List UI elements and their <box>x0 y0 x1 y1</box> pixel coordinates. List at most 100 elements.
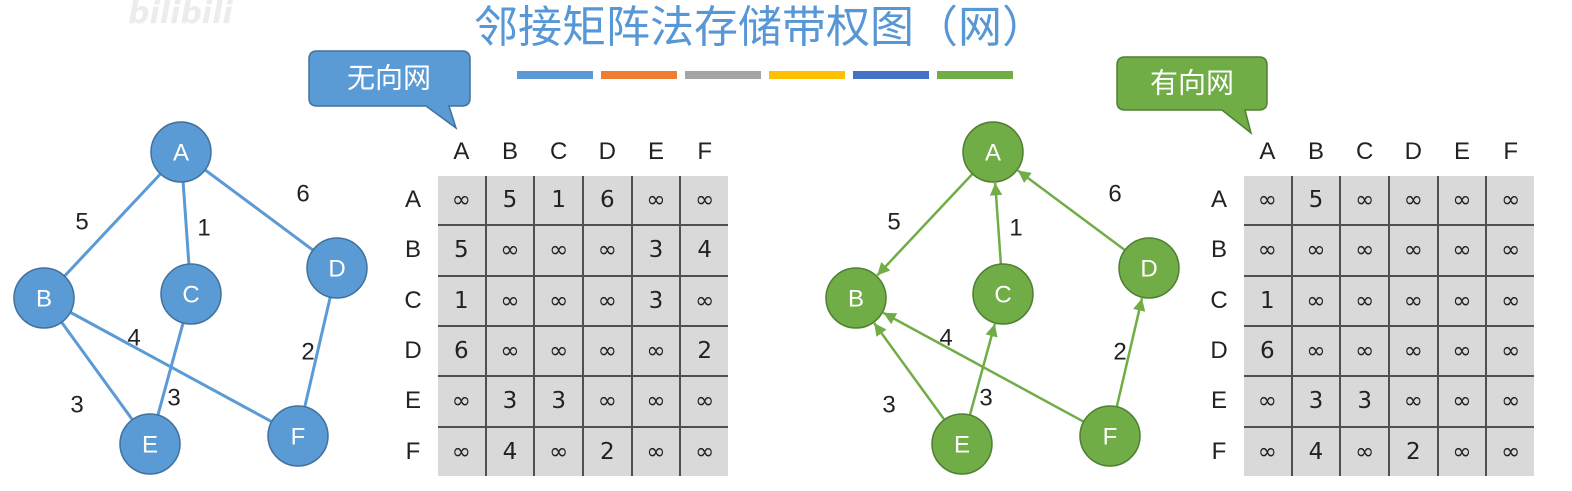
matrix-cell: ∞ <box>486 226 534 275</box>
matrix-cell: 2 <box>681 326 728 376</box>
row-header: A <box>404 186 421 214</box>
row-header: A <box>1210 186 1227 214</box>
matrix-cell: ∞ <box>1244 427 1291 476</box>
edge-weight-label: 4 <box>127 325 140 352</box>
undirected-node-B: B <box>13 267 75 329</box>
matrix-cell: ∞ <box>1438 326 1486 376</box>
directed-node-F: F <box>1079 405 1141 467</box>
callout-label: 有向网 <box>1150 67 1234 100</box>
matrix-cell: ∞ <box>486 326 534 376</box>
directed-edge-C-to-A <box>989 182 1003 265</box>
matrix-column-headers: A B C D E F <box>1244 136 1534 168</box>
column-header: B <box>501 138 518 165</box>
color-bar-strip <box>517 71 1013 79</box>
edge-weight-label: 5 <box>887 209 900 236</box>
color-bar <box>769 71 845 79</box>
matrix-cell: ∞ <box>584 377 631 426</box>
matrix-cell: ∞ <box>1390 276 1437 325</box>
column-header: F <box>1503 138 1518 165</box>
matrix-cell: 4 <box>681 226 728 275</box>
undirected-node-F: F <box>267 405 329 467</box>
row-header: B <box>1210 236 1227 264</box>
matrix-cell: ∞ <box>584 326 631 376</box>
matrix-cell: 2 <box>1390 427 1437 476</box>
matrix-cell: 2 <box>584 427 631 476</box>
node-label: C <box>994 282 1011 309</box>
matrix-cell: ∞ <box>584 276 631 325</box>
matrix-cell: 3 <box>535 377 582 426</box>
edge-weight-label: 2 <box>1113 339 1126 366</box>
matrix-cell: 3 <box>632 226 680 275</box>
edge-weight-label: 1 <box>197 215 210 242</box>
row-header: D <box>404 337 422 365</box>
matrix-cell: ∞ <box>1244 377 1291 426</box>
directed-node-B: B <box>825 267 887 329</box>
edge-weight-label: 1 <box>1009 215 1022 242</box>
undirected-node-E: E <box>119 413 181 475</box>
matrix-cell: ∞ <box>1341 276 1388 325</box>
matrix-cell: 1 <box>1244 276 1291 325</box>
matrix-cell: ∞ <box>1487 326 1534 376</box>
matrix-cell: ∞ <box>535 276 582 325</box>
undirected-nodes: A B C D E F <box>13 121 368 475</box>
matrix-cell: 1 <box>535 176 582 225</box>
matrix-cell: 3 <box>1341 377 1388 426</box>
bilibili-watermark-logo: bilibili <box>128 0 233 31</box>
matrix-cell: ∞ <box>438 377 485 426</box>
matrix-cell: ∞ <box>1438 377 1486 426</box>
node-label: C <box>182 282 199 309</box>
matrix-cell: ∞ <box>681 276 728 325</box>
edge-weight-label: 6 <box>1108 181 1121 208</box>
matrix-cell: ∞ <box>632 377 680 426</box>
matrix-cell: ∞ <box>535 427 582 476</box>
undirected-callout: 无向网 <box>308 50 471 130</box>
row-header: C <box>404 286 422 314</box>
directed-callout: 有向网 <box>1116 56 1268 135</box>
matrix-cell: ∞ <box>1438 427 1486 476</box>
row-header: D <box>1210 337 1228 365</box>
matrix-row-headers: ABCDEF <box>1204 176 1234 476</box>
matrix-cell: 3 <box>1292 377 1340 426</box>
undirected-graph: A B C D E F 5 1 6 3 4 3 2 <box>13 121 368 475</box>
matrix-cell: ∞ <box>1292 276 1340 325</box>
directed-node-E: E <box>931 413 993 475</box>
matrix-cell: 6 <box>584 176 631 225</box>
matrix-cell: ∞ <box>438 176 485 225</box>
directed-node-A: A <box>962 121 1024 183</box>
directed-node-C: C <box>972 263 1034 325</box>
edge-weight-label: 3 <box>979 385 992 412</box>
directed-node-D: D <box>1118 237 1180 299</box>
column-header: D <box>1404 138 1422 165</box>
matrix-row-headers: ABCDEF <box>398 176 428 476</box>
matrix-grid: ∞ 5 ∞ ∞ ∞ ∞ ∞ ∞ ∞ ∞ ∞ ∞ 1 ∞ ∞ ∞ ∞ ∞ 6 ∞ ∞ ∞ ∞ ∞ ∞ 3 3 ∞ ∞ ∞ ∞ 4 ∞ 2 ∞ ∞ <box>1244 176 1534 476</box>
matrix-cell: ∞ <box>1244 176 1291 225</box>
matrix-cell: ∞ <box>486 276 534 325</box>
color-bar <box>937 71 1013 79</box>
matrix-cell: 3 <box>486 377 534 426</box>
edge-weight-label: 6 <box>296 181 309 208</box>
row-header: C <box>1210 286 1228 314</box>
column-header: D <box>598 138 616 165</box>
matrix-cell: 1 <box>438 276 485 325</box>
edge-weight-label: 3 <box>167 385 180 412</box>
directed-graph: A B C D E F 5 1 6 3 4 3 2 <box>825 121 1180 475</box>
color-bar <box>853 71 929 79</box>
matrix-cell: ∞ <box>535 326 582 376</box>
node-label: F <box>291 424 306 451</box>
matrix-cell: ∞ <box>681 427 728 476</box>
node-label: B <box>848 286 864 313</box>
matrix-cell: ∞ <box>438 427 485 476</box>
matrix-cell: 6 <box>1244 326 1291 376</box>
color-bar <box>601 71 677 79</box>
matrix-cell: ∞ <box>1390 326 1437 376</box>
matrix-cell: ∞ <box>681 176 728 225</box>
undirected-node-D: D <box>306 237 368 299</box>
matrix-cell: ∞ <box>535 226 582 275</box>
edge-weight-label: 4 <box>939 325 952 352</box>
matrix-cell: ∞ <box>1341 176 1388 225</box>
column-header: A <box>453 138 470 165</box>
node-label: F <box>1103 424 1118 451</box>
edge-weight-label: 3 <box>70 392 83 419</box>
matrix-cell: ∞ <box>632 176 680 225</box>
row-header: F <box>1211 437 1227 465</box>
